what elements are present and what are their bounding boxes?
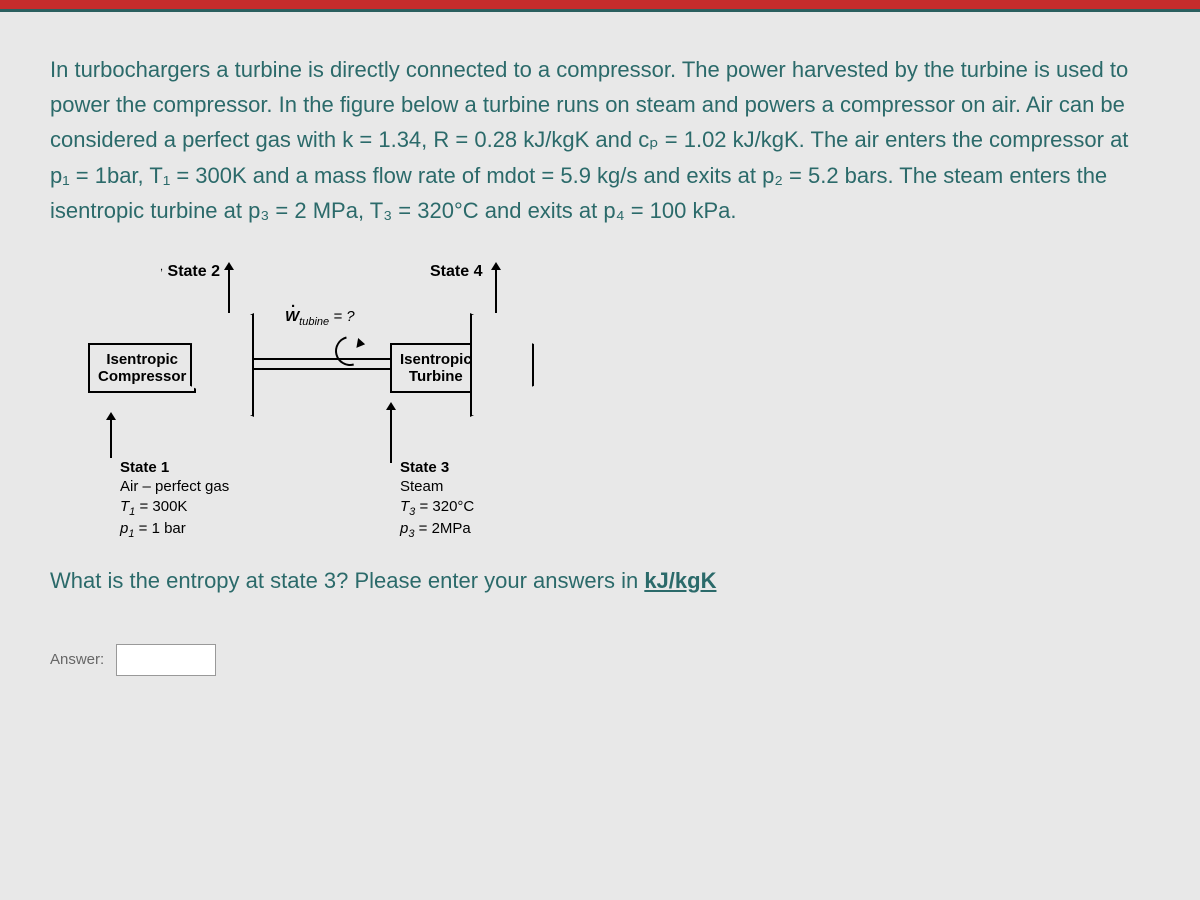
arrow-state2-icon — [228, 268, 230, 313]
answer-input[interactable] — [116, 644, 216, 676]
question-prompt: What is the entropy at state 3? Please e… — [50, 568, 1150, 594]
arrow-state3-icon — [390, 408, 392, 463]
turbine-block: Isentropic Turbine — [390, 343, 482, 393]
compressor-block: Isentropic Compressor — [88, 343, 196, 393]
state2-label: , State 2 — [160, 263, 220, 281]
answer-row: Answer: — [50, 644, 1150, 676]
header-accent-bar — [0, 0, 1200, 12]
problem-content: In turbochargers a turbine is directly c… — [0, 12, 1200, 706]
problem-statement: In turbochargers a turbine is directly c… — [50, 52, 1150, 228]
work-label: Wtubine = ? — [285, 308, 355, 328]
turbocharger-diagram: , State 2 State 4 Wtubine = ? Isentropic… — [80, 258, 580, 538]
state1-info: State 1 Air – perfect gas T1 = 300K p1 =… — [120, 458, 229, 542]
arrow-state4-icon — [495, 268, 497, 313]
arrow-state1-icon — [110, 418, 112, 458]
answer-label: Answer: — [50, 651, 104, 668]
state3-info: State 3 Steam T3 = 320°C p3 = 2MPa — [400, 458, 474, 542]
state4-label: State 4 — [430, 263, 482, 281]
